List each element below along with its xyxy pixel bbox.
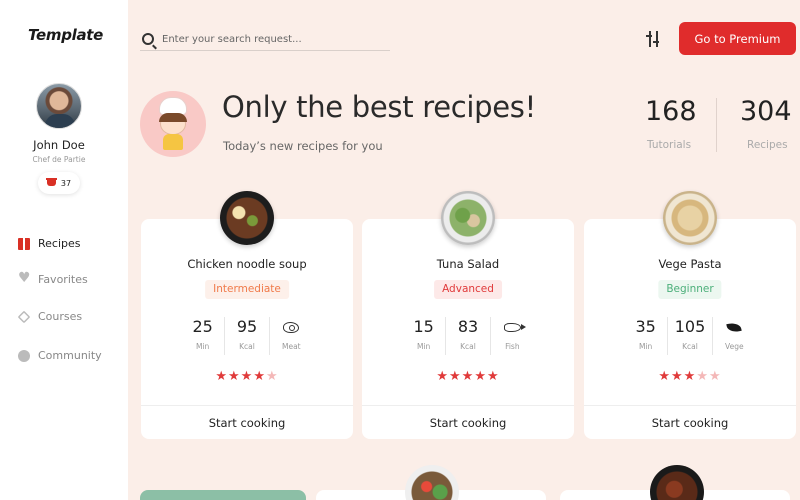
sidebar-item-label: Courses	[38, 310, 83, 323]
star-icon: ★	[671, 369, 684, 384]
recipe-card-tuna-salad[interactable]: Tuna Salad Advanced 15 Min 83 Kcal Fish …	[362, 219, 574, 439]
time-stat: 35 Min	[624, 317, 667, 355]
search-input[interactable]	[162, 33, 382, 45]
page-title: Only the best recipes!	[222, 90, 536, 124]
dish-image-tuna-salad	[441, 191, 495, 245]
sidebar-item-label: Recipes	[38, 237, 81, 250]
tutorials-label: Tutorials	[647, 139, 692, 151]
kcal-unit: Kcal	[239, 342, 255, 351]
recipe-card-chicken-noodle-soup[interactable]: Chicken noodle soup Intermediate 25 Min …	[141, 219, 353, 439]
sidebar-item-recipes[interactable]: Recipes	[18, 237, 81, 250]
meat-icon	[283, 321, 300, 333]
globe-icon	[18, 349, 30, 362]
star-icon: ★	[436, 369, 450, 384]
star-icon: ★	[683, 369, 697, 384]
time-stat: 15 Min	[402, 317, 445, 355]
rating-stars: ★★★★★	[362, 369, 574, 384]
time-value: 35	[635, 317, 656, 336]
time-unit: Min	[639, 342, 653, 351]
star-icon: ★	[265, 369, 279, 384]
category-stat: Fish	[489, 317, 534, 355]
basket-icon	[45, 178, 57, 186]
sidebar-item-community[interactable]: Community	[18, 349, 102, 362]
start-cooking-button[interactable]: Start cooking	[584, 406, 796, 439]
kcal-unit: Kcal	[460, 342, 476, 351]
kcal-stat: 83 Kcal	[445, 317, 489, 355]
star-icon: ★	[708, 369, 722, 384]
recipe-title: Chicken noodle soup	[187, 257, 307, 271]
recipe-stats: 15 Min 83 Kcal Fish	[402, 317, 534, 355]
rating-stars: ★★★★★	[141, 369, 353, 384]
difficulty-badge: Advanced	[434, 280, 502, 299]
recipe-stats: 35 Min 105 Kcal Vege	[624, 317, 756, 355]
fish-icon	[503, 322, 526, 332]
kcal-value: 95	[236, 317, 258, 336]
category-label: Vege	[725, 342, 744, 351]
layers-icon	[17, 310, 31, 323]
heart-icon	[18, 270, 31, 286]
star-icon: ★	[696, 369, 709, 384]
kcal-value: 105	[674, 317, 706, 336]
dish-image-partial	[405, 465, 459, 500]
chef-illustration	[140, 91, 206, 157]
user-role: Chef de Partie	[32, 155, 86, 164]
search-icon[interactable]	[142, 33, 154, 45]
recipes-label: Recipes	[747, 139, 788, 151]
kcal-stat: 95 Kcal	[224, 317, 268, 355]
app-logo[interactable]: Template	[28, 26, 103, 44]
rating-stars: ★★★★★	[584, 369, 796, 384]
sidebar: Template John Doe Chef de Partie 37 Reci…	[0, 0, 128, 500]
book-icon	[18, 237, 30, 250]
sidebar-item-label: Community	[38, 349, 102, 362]
sidebar-item-label: Favorites	[38, 273, 88, 286]
time-unit: Min	[417, 342, 431, 351]
dish-image-vege-pasta	[663, 191, 717, 245]
time-value: 25	[192, 317, 213, 336]
difficulty-badge: Beginner	[658, 280, 722, 299]
user-avatar[interactable]	[36, 83, 82, 129]
start-cooking-button[interactable]: Start cooking	[362, 406, 574, 439]
sidebar-item-courses[interactable]: Courses	[17, 310, 83, 323]
recipe-title: Vege Pasta	[658, 257, 722, 271]
star-icon: ★	[228, 369, 241, 384]
star-icon: ★	[253, 369, 266, 384]
page-subtitle: Today’s new recipes for you	[223, 139, 383, 153]
star-icon: ★	[486, 369, 500, 384]
recipe-card-vege-pasta[interactable]: Vege Pasta Beginner 35 Min 105 Kcal Vege…	[584, 219, 796, 439]
time-value: 15	[413, 317, 434, 336]
recipes-count: 304	[740, 96, 792, 127]
start-cooking-button[interactable]: Start cooking	[141, 406, 353, 439]
difficulty-badge: Intermediate	[205, 280, 289, 299]
user-name: John Doe	[33, 138, 85, 152]
category-label: Fish	[505, 342, 520, 351]
star-icon: ★	[474, 369, 487, 384]
sidebar-item-favorites[interactable]: Favorites	[18, 270, 88, 287]
cart-count: 37	[60, 178, 72, 188]
tutorials-count: 168	[645, 96, 697, 127]
promo-card[interactable]	[140, 490, 306, 500]
kcal-value: 83	[457, 317, 479, 336]
leaf-icon	[726, 321, 742, 333]
stats-divider	[716, 98, 717, 152]
recipe-title: Tuna Salad	[436, 257, 500, 271]
cart-badge[interactable]: 37	[38, 172, 80, 194]
kcal-unit: Kcal	[682, 342, 698, 351]
go-to-premium-button[interactable]: Go to Premium	[679, 22, 796, 55]
time-stat: 25 Min	[181, 317, 224, 355]
category-stat: Vege	[711, 317, 756, 355]
star-icon: ★	[449, 369, 462, 384]
recipe-stats: 25 Min 95 Kcal Meat	[181, 317, 313, 355]
star-icon: ★	[658, 369, 672, 384]
search-bar	[140, 28, 390, 51]
star-icon: ★	[461, 369, 475, 384]
time-unit: Min	[196, 342, 210, 351]
category-label: Meat	[282, 342, 301, 351]
dish-image-chicken-noodle-soup	[220, 191, 274, 245]
star-icon: ★	[215, 369, 229, 384]
category-stat: Meat	[268, 317, 313, 355]
dish-image-partial	[650, 465, 704, 500]
filter-icon[interactable]	[646, 31, 662, 47]
star-icon: ★	[240, 369, 254, 384]
kcal-stat: 105 Kcal	[667, 317, 711, 355]
